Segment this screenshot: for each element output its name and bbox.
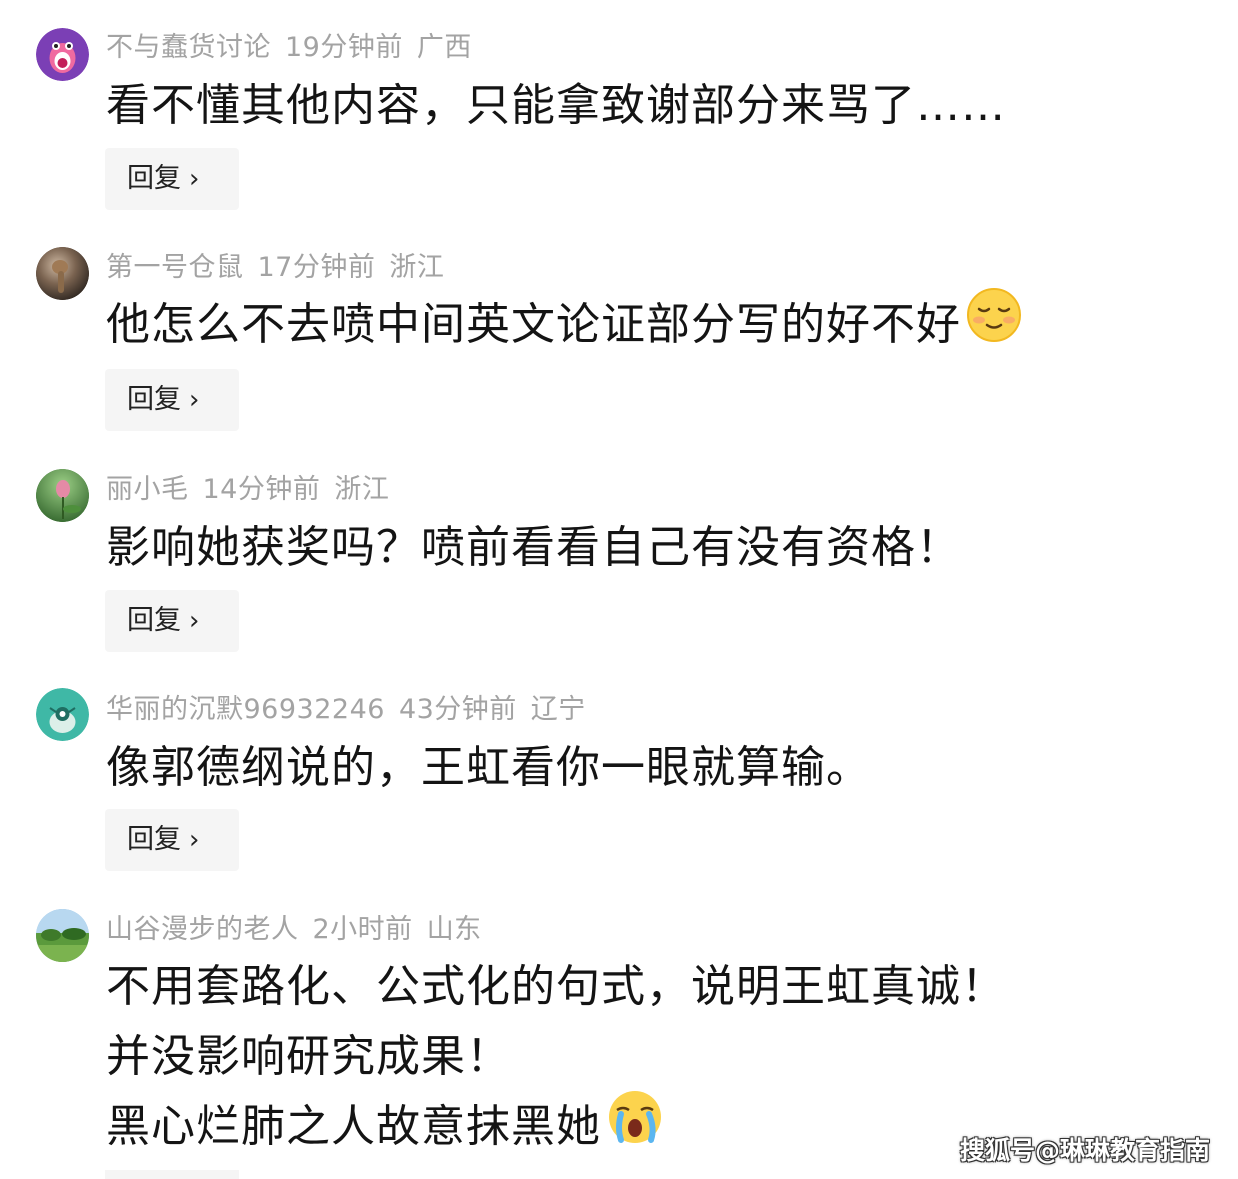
reply-button[interactable]: 回复 › [105,809,239,871]
username[interactable]: 第一号仓鼠 [106,252,244,283]
comment-text-line: 他怎么不去喷中间英文论证部分写的好不好 [106,299,961,350]
avatar[interactable] [36,28,89,81]
region: 广西 [416,32,472,63]
comment-text: 不用套路化、公式化的句式，说明王虹真诚！ [106,961,1006,1012]
comment-meta: 山谷漫步的老人 2小时前 山东 [106,912,496,948]
reply-label: 回复 [127,163,181,194]
region: 辽宁 [530,694,586,725]
comment-text: 看不懂其他内容，只能拿致谢部分来骂了…… [106,80,1006,131]
reply-button[interactable]: 回复 › [105,590,239,652]
timestamp: 19分钟前 [285,32,403,63]
avatar[interactable] [36,247,89,300]
crying-face-icon [605,1088,667,1162]
username[interactable]: 山谷漫步的老人 [106,914,299,945]
timestamp: 2小时前 [312,914,413,945]
username[interactable]: 丽小毛 [106,474,189,505]
chevron-right-icon: › [189,825,200,855]
timestamp: 17分钟前 [257,252,376,283]
reply-button[interactable]: 回复 › [105,369,239,431]
comment-meta: 第一号仓鼠 17分钟前 浙江 [106,250,458,286]
region: 浙江 [334,474,390,505]
reply-button-partial[interactable] [105,1170,239,1179]
chevron-right-icon: › [189,606,200,636]
comment-text: 影响她获奖吗？喷前看看自己有没有资格！ [106,522,961,573]
region: 浙江 [389,252,445,283]
reply-label: 回复 [127,824,181,855]
avatar[interactable] [36,909,89,962]
reply-label: 回复 [127,384,181,415]
avatar[interactable] [36,469,89,522]
reply-button[interactable]: 回复 › [105,148,239,210]
comment-text: 像郭德纲说的，王虹看你一眼就算输。 [106,742,871,793]
chevron-right-icon: › [189,164,200,194]
comment-text: 黑心烂肺之人故意抹黑她 [106,1091,667,1162]
comment-meta: 丽小毛 14分钟前 浙江 [106,472,403,508]
avatar[interactable] [36,688,89,741]
comment-text: 他怎么不去喷中间英文论证部分写的好不好 [106,288,1023,359]
comment-text: 并没影响研究成果！ [106,1031,511,1082]
watermark: 搜狐号@琳琳教育指南 [959,1136,1210,1165]
timestamp: 43分钟前 [398,694,517,725]
comment-meta: 不与蠢货讨论 19分钟前 广西 [106,30,486,66]
comment-text-line: 黑心烂肺之人故意抹黑她 [106,1101,601,1152]
relieved-face-icon [965,287,1023,359]
comment-meta: 华丽的沉默96932246 43分钟前 辽宁 [106,692,600,728]
username[interactable]: 华丽的沉默96932246 [106,694,385,725]
username[interactable]: 不与蠢货讨论 [106,32,271,63]
region: 山东 [426,914,482,945]
timestamp: 14分钟前 [202,474,321,505]
reply-label: 回复 [127,605,181,636]
chevron-right-icon: › [189,385,200,415]
